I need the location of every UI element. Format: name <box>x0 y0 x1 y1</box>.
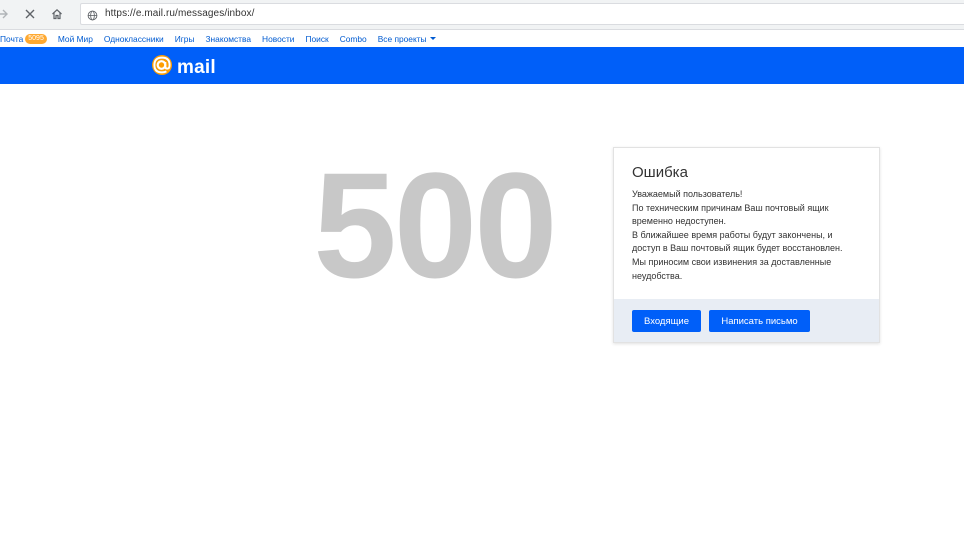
message-line: Уважаемый пользователь! <box>632 189 743 199</box>
project-link-dating[interactable]: Знакомства <box>205 34 251 44</box>
close-icon[interactable] <box>21 5 39 23</box>
forward-arrow-icon[interactable] <box>0 5 12 23</box>
project-link-my-world[interactable]: Мой Мир <box>58 34 93 44</box>
at-sign-icon <box>150 53 174 82</box>
message-line: По техническим причинам Ваш почтовый ящи… <box>632 202 829 213</box>
home-icon[interactable] <box>48 5 66 23</box>
unread-count-badge: 5095 <box>25 33 47 44</box>
project-link-news[interactable]: Новости <box>262 34 294 44</box>
project-link-odnoklassniki[interactable]: Одноклассники <box>104 34 164 44</box>
project-label: Почта <box>0 33 24 44</box>
all-projects-dropdown[interactable]: Все проекты <box>378 34 436 44</box>
message-line: В ближайшее время работы будут закончены… <box>632 229 833 240</box>
error-panel-footer: Входящие Написать письмо <box>614 299 879 342</box>
message-line: неудобства. <box>632 270 683 281</box>
error-panel: Ошибка Уважаемый пользователь! По технич… <box>613 147 880 343</box>
project-link-mail[interactable]: Почта 5095 <box>0 33 47 44</box>
error-message: Уважаемый пользователь! По техническим п… <box>632 188 872 283</box>
message-line: доступ в Ваш почтовый ящик будет восстан… <box>632 243 843 254</box>
error-code: 500 <box>313 141 557 309</box>
project-link-combo[interactable]: Combo <box>340 34 367 44</box>
logo-text: mail <box>177 56 216 78</box>
all-projects-label: Все проекты <box>377 33 427 44</box>
error-title: Ошибка <box>632 164 688 181</box>
inbox-button[interactable]: Входящие <box>632 310 701 332</box>
project-link-games[interactable]: Игры <box>175 34 195 44</box>
compose-button[interactable]: Написать письмо <box>709 310 810 332</box>
caret-down-icon <box>429 37 436 40</box>
url-text: https://e.mail.ru/messages/inbox/ <box>105 8 255 19</box>
message-line: временно недоступен. <box>632 216 727 227</box>
project-link-search[interactable]: Поиск <box>305 34 328 44</box>
mail-header: mail <box>0 47 964 84</box>
globe-icon <box>87 8 98 26</box>
browser-toolbar: https://e.mail.ru/messages/inbox/ <box>0 0 964 30</box>
mail-logo[interactable]: mail <box>150 53 216 82</box>
projects-bar: Почта 5095 Мой Мир Одноклассники Игры Зн… <box>0 30 964 48</box>
address-bar[interactable]: https://e.mail.ru/messages/inbox/ <box>80 3 964 25</box>
message-line: Мы приносим свои извинения за доставленн… <box>632 256 832 267</box>
